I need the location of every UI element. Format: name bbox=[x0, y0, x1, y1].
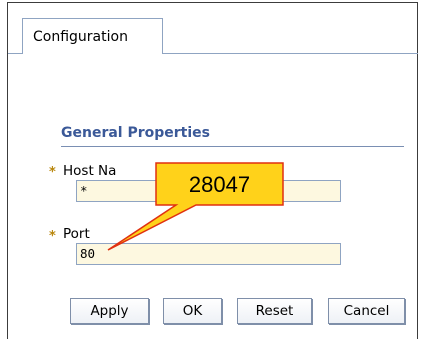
tab-configuration-label: Configuration bbox=[33, 29, 128, 45]
cancel-button[interactable]: Cancel bbox=[328, 298, 405, 324]
tab-configuration[interactable]: Configuration bbox=[22, 18, 163, 54]
required-marker-icon: * bbox=[49, 229, 56, 244]
section-divider bbox=[61, 146, 404, 147]
window-frame-top bbox=[7, 2, 418, 3]
port-input[interactable]: 80 bbox=[76, 243, 341, 265]
callout-text: 28047 bbox=[188, 172, 251, 197]
required-marker-icon: * bbox=[49, 165, 56, 180]
ok-button[interactable]: OK bbox=[163, 298, 222, 324]
section-title: General Properties bbox=[61, 125, 210, 141]
tab-strip-line bbox=[8, 53, 22, 54]
reset-button[interactable]: Reset bbox=[237, 298, 312, 324]
tab-strip-line bbox=[163, 53, 418, 54]
port-label: Port bbox=[63, 226, 90, 242]
apply-button[interactable]: Apply bbox=[70, 298, 149, 324]
host-name-label: Host Na bbox=[63, 163, 117, 179]
